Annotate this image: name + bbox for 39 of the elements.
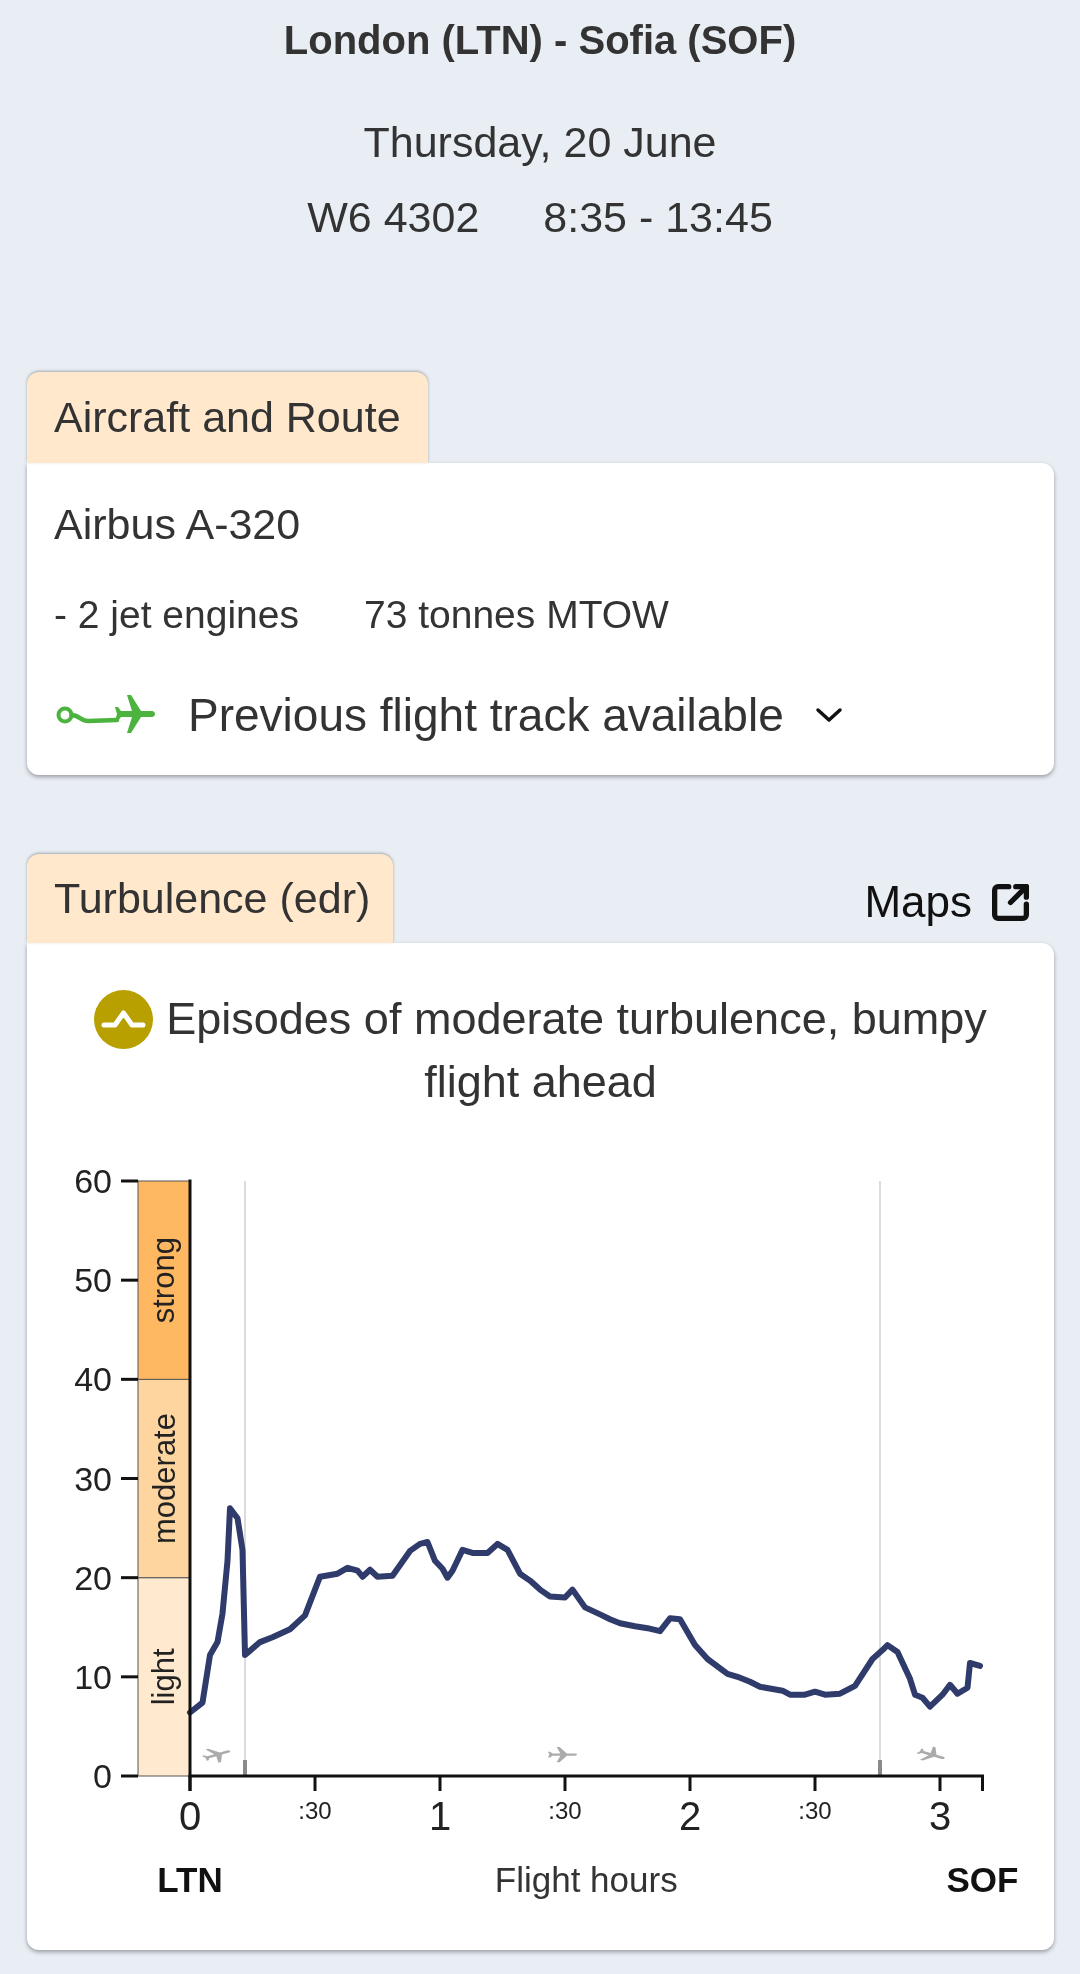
flight-times: 8:35 - 13:45	[543, 192, 773, 243]
section-heading: Aircraft and Route	[27, 372, 428, 463]
plane-icon	[201, 1748, 231, 1763]
engine-spec: - 2 jet engines	[54, 592, 299, 638]
external-link-icon	[992, 883, 1029, 921]
half-hour-label: :30	[298, 1796, 332, 1824]
y-tick-label: 60	[74, 1162, 112, 1200]
turbulence-level-icon	[94, 989, 154, 1049]
y-tick-label: 40	[74, 1360, 112, 1399]
section-heading: Turbulence (edr)	[27, 854, 393, 943]
phase-boundary-marker	[243, 1760, 247, 1776]
flight-date: Thursday, 20 June	[363, 117, 717, 168]
y-tick-label: 30	[74, 1459, 112, 1498]
severity-scale-label: moderate	[146, 1413, 182, 1544]
airport-code-label: LTN	[157, 1859, 223, 1899]
half-hour-label: :30	[798, 1796, 832, 1824]
turbulence-summary: Episodes of moderate turbulence, bumpy flight ahead	[166, 993, 987, 1107]
x-tick-label: 3	[928, 1794, 952, 1838]
y-tick-label: 50	[74, 1261, 112, 1300]
phase-boundary-marker	[878, 1760, 882, 1776]
plane-icon	[916, 1746, 945, 1761]
y-tick-label: 20	[74, 1558, 112, 1597]
half-hour-label: :30	[548, 1796, 582, 1824]
y-tick-label: 10	[74, 1657, 112, 1696]
flight-track-toggle[interactable]: Previous flight track available	[54, 685, 844, 745]
x-tick-label: 1	[428, 1794, 452, 1838]
severity-scale-label: strong	[146, 1237, 182, 1324]
y-tick-label: 0	[93, 1757, 112, 1795]
plane-icon	[548, 1747, 577, 1763]
x-tick-label: 0	[178, 1794, 202, 1838]
x-tick-label: 2	[678, 1794, 702, 1838]
x-axis-title: Flight hours	[494, 1859, 678, 1899]
airport-code-label: SOF	[946, 1859, 1019, 1899]
maps-link[interactable]: Maps	[864, 877, 1029, 927]
route-title: London (LTN) - Sofia (SOF)	[283, 17, 797, 64]
flight-number: W6 4302	[307, 192, 480, 243]
severity-scale-label: light	[146, 1648, 182, 1706]
aircraft-model: Airbus A-320	[54, 499, 301, 550]
weight-spec: 73 tonnes MTOW	[364, 592, 669, 638]
